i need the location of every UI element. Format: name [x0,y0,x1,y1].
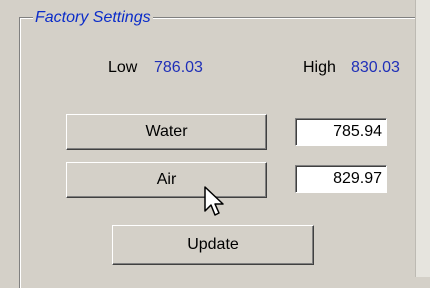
update-button[interactable]: Update [112,225,314,265]
air-button[interactable]: Air [66,162,267,198]
low-value: 786.03 [154,59,203,76]
air-value-field[interactable] [295,165,387,193]
low-label: Low [108,59,138,76]
high-label: High [303,59,336,76]
groupbox-title: Factory Settings [33,9,153,27]
water-button[interactable]: Water [66,114,267,150]
window-edge-strip [415,0,430,277]
mouse-pointer-arrow-icon [204,186,224,216]
water-value-field[interactable] [295,118,387,146]
high-value: 830.03 [351,59,400,76]
